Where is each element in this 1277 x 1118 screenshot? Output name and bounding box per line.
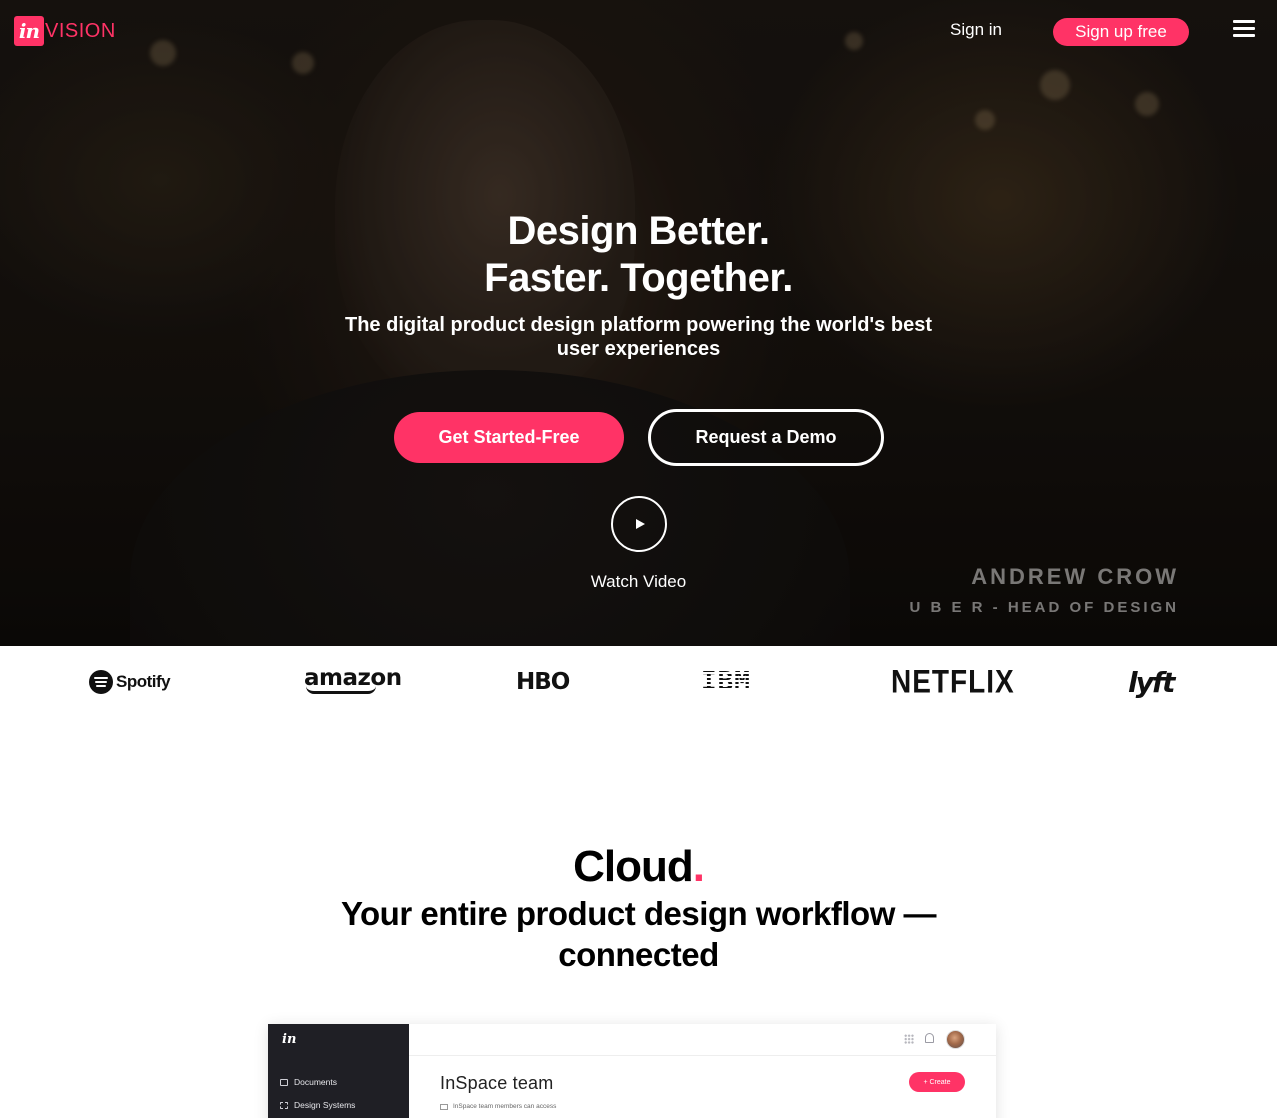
sign-up-button[interactable]: Sign up free — [1053, 18, 1189, 46]
spotify-icon — [89, 670, 113, 694]
hero-title-line2: Faster. Together. — [484, 256, 793, 300]
app-nav-documents: Documents — [280, 1077, 337, 1087]
app-create-button: + Create — [909, 1072, 965, 1092]
team-icon — [440, 1103, 448, 1110]
netflix-logo: NETFLIX — [891, 663, 1015, 700]
watch-video-button[interactable] — [611, 496, 667, 552]
hero-title: Design Better. Faster. Together. — [0, 208, 1277, 302]
ibm-logo: IBM — [701, 667, 751, 697]
folder-icon — [280, 1078, 288, 1086]
invision-logo[interactable]: in VISION — [14, 16, 116, 46]
hamburger-menu-icon[interactable] — [1233, 20, 1255, 38]
hero-title-line1: Design Better. — [507, 209, 770, 253]
top-nav: in VISION Sign in Sign up free — [0, 0, 1277, 64]
cloud-title-text: Cloud — [573, 842, 694, 891]
hero-subtitle: The digital product design platform powe… — [344, 314, 932, 360]
video-credit-name: ANDREW CROW — [971, 564, 1179, 589]
lyft-logo: lyft — [1128, 665, 1175, 699]
logo-wordmark: VISION — [45, 19, 116, 42]
app-sidebar: in Documents Design Systems — [268, 1024, 409, 1118]
customer-logos: Spotify amazon HBO IBM NETFLIX lyft — [0, 646, 1277, 718]
request-demo-button[interactable]: Request a Demo — [648, 409, 884, 466]
hero-section: in VISION Sign in Sign up free Design Be… — [0, 0, 1277, 646]
logo-mark: in — [14, 16, 44, 46]
cloud-title-dot: . — [692, 842, 705, 891]
sign-in-link[interactable]: Sign in — [950, 20, 1002, 40]
app-preview: in Documents Design Systems InSpace team… — [268, 1024, 996, 1118]
app-logo: in — [282, 1032, 297, 1047]
video-credit-role: U B E R - HEAD OF DESIGN — [909, 599, 1179, 616]
spotify-logo: Spotify — [89, 666, 171, 698]
hbo-logo: HBO — [516, 669, 570, 695]
cloud-title: Cloud. — [0, 842, 1277, 892]
cloud-subtitle: Your entire product design workflow —con… — [340, 895, 937, 973]
get-started-button[interactable]: Get Started-Free — [394, 412, 624, 463]
app-team-title: InSpace team — [440, 1073, 554, 1093]
amazon-logo: amazon — [304, 666, 402, 698]
design-systems-icon — [280, 1101, 288, 1109]
apps-grid-icon — [904, 1034, 914, 1044]
amazon-smile-icon — [306, 686, 376, 694]
play-icon — [636, 519, 645, 529]
bell-icon — [925, 1033, 934, 1043]
avatar — [946, 1030, 965, 1049]
app-topbar — [409, 1024, 996, 1056]
app-nav-design-systems: Design Systems — [280, 1100, 355, 1110]
app-team-note: InSpace team members can access — [440, 1103, 556, 1110]
